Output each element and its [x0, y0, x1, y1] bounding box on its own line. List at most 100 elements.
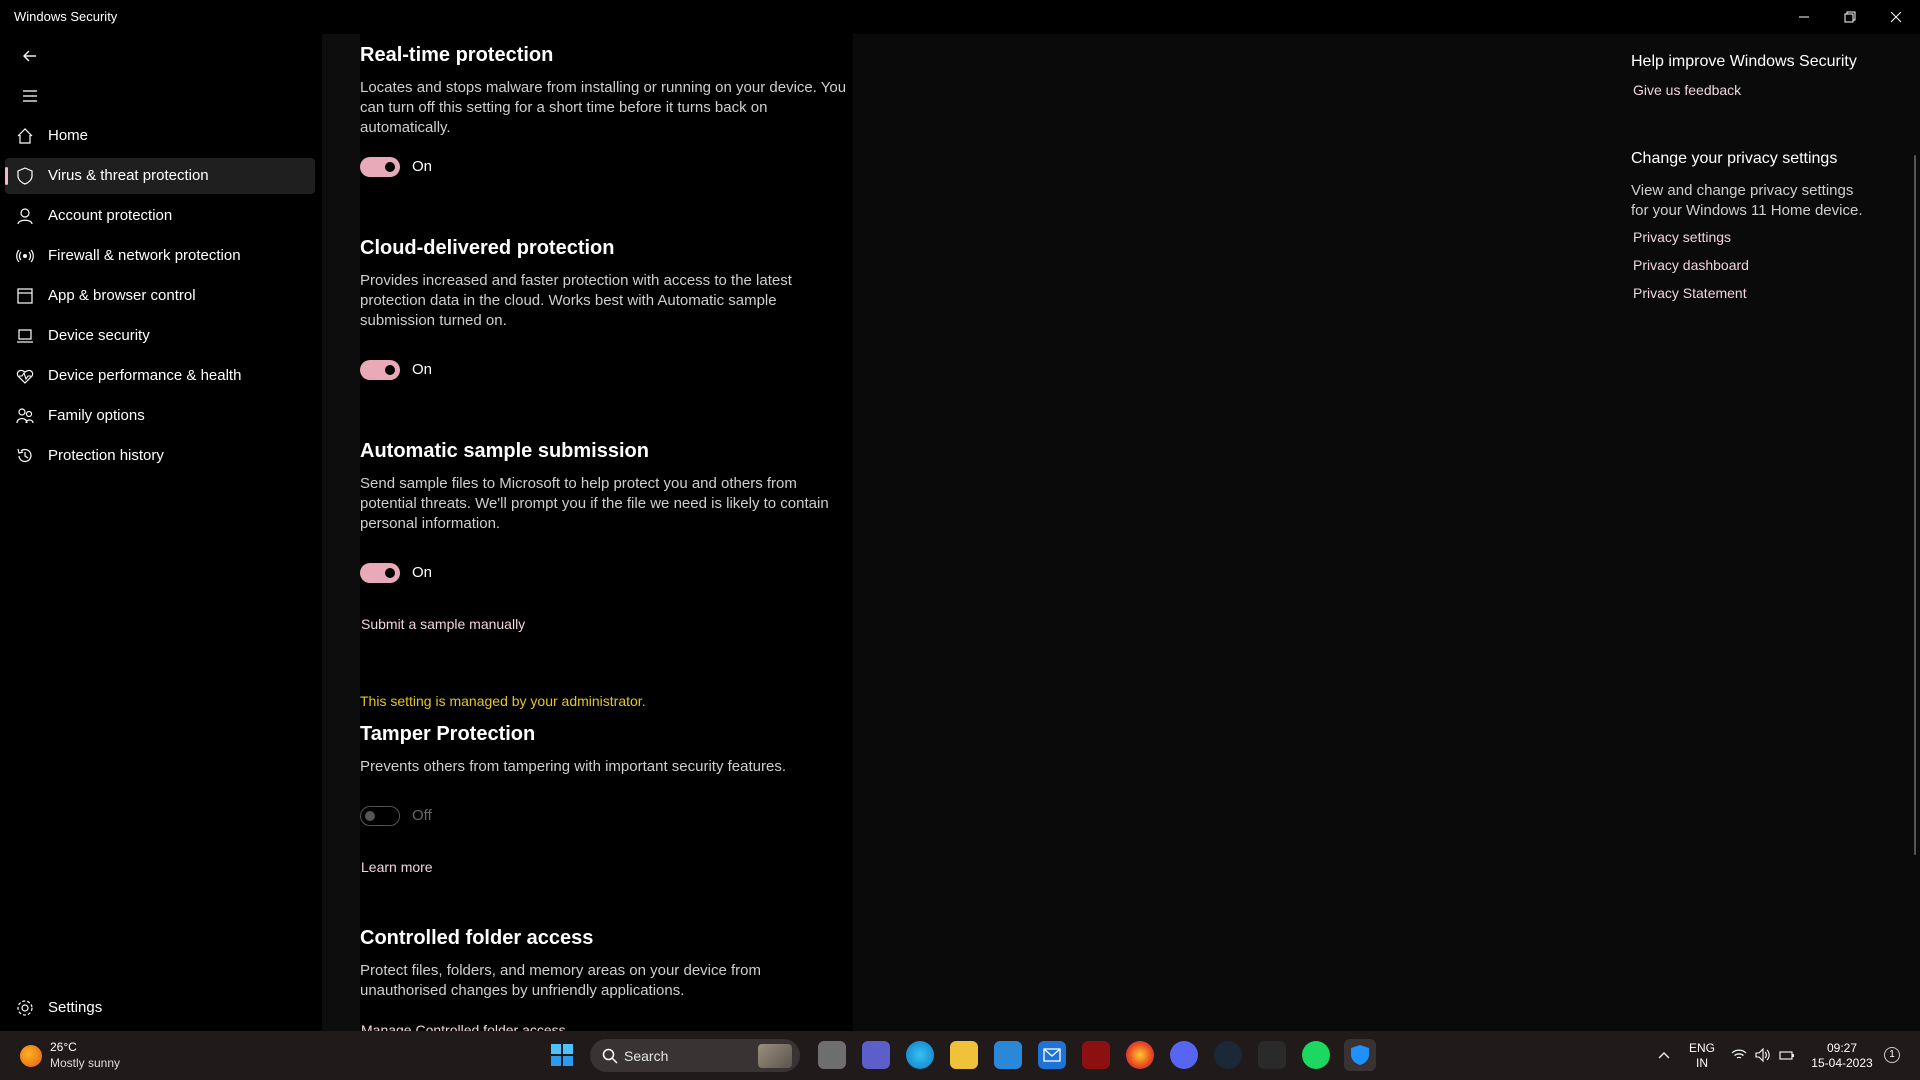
cloud-protection-description: Provides increased and faster protection… — [360, 272, 792, 329]
sidebar-item-device-security[interactable]: Device security — [5, 318, 315, 354]
microsoft-store-icon[interactable] — [994, 1041, 1022, 1069]
menu-button[interactable] — [10, 76, 50, 116]
help-improve-heading: Help improve Windows Security — [1631, 53, 1857, 70]
scrollbar[interactable] — [1914, 155, 1916, 855]
task-view-icon[interactable] — [818, 1041, 846, 1069]
firefox-icon[interactable] — [1126, 1041, 1154, 1069]
cloud-protection-state: On — [412, 361, 433, 378]
submit-sample-link[interactable]: Submit a sample manually — [361, 616, 525, 632]
app-title: Windows Security — [14, 9, 118, 24]
close-icon — [1890, 11, 1902, 23]
notification-badge[interactable]: 1 — [1884, 1047, 1900, 1063]
windows-security-taskbar-icon[interactable] — [1344, 1039, 1376, 1071]
sample-submission-description: Send sample files to Microsoft to help p… — [360, 475, 829, 532]
sun-cloud-icon — [20, 1045, 42, 1067]
search-placeholder: Search — [624, 1048, 669, 1064]
app-window-icon — [15, 286, 35, 306]
sidebar-item-settings[interactable]: Settings — [5, 990, 315, 1026]
realtime-protection-title: Real-time protection — [360, 44, 554, 66]
clock[interactable]: 09:27 15-04-2023 — [1802, 1041, 1882, 1071]
sidebar-item-protection-history[interactable]: Protection history — [5, 438, 315, 474]
sidebar-item-account-protection[interactable]: Account protection — [5, 198, 315, 234]
battery-icon[interactable] — [1776, 1041, 1798, 1069]
controlled-folder-access-title: Controlled folder access — [360, 927, 594, 949]
sidebar-item-label: Family options — [48, 407, 145, 424]
start-button[interactable] — [548, 1041, 576, 1069]
spotify-icon[interactable] — [1302, 1041, 1330, 1069]
history-icon — [15, 446, 35, 466]
laptop-icon — [15, 326, 35, 346]
admin-managed-note: This setting is managed by your administ… — [360, 693, 646, 709]
realtime-protection-toggle[interactable] — [360, 157, 400, 177]
privacy-dashboard-link[interactable]: Privacy dashboard — [1633, 257, 1749, 273]
weather-widget[interactable]: 26°C Mostly sunny — [16, 1039, 146, 1073]
controlled-folder-access-description: Protect files, folders, and memory areas… — [360, 962, 762, 999]
cloud-protection-toggle[interactable] — [360, 360, 400, 380]
sidebar-item-label: Protection history — [48, 447, 164, 464]
weather-temp: 26°C — [50, 1040, 77, 1054]
sidebar-item-virus-threat-protection[interactable]: Virus & threat protection — [5, 158, 315, 194]
sidebar-item-family-options[interactable]: Family options — [5, 398, 315, 434]
sidebar-item-label: Firewall & network protection — [48, 247, 241, 264]
mail-icon[interactable] — [1038, 1041, 1066, 1069]
hamburger-icon — [23, 90, 37, 102]
toggle-knob — [385, 568, 395, 578]
settings-content[interactable]: Real-time protection Locates and stops m… — [360, 34, 853, 1031]
restore-button[interactable] — [1827, 0, 1873, 34]
privacy-statement-link[interactable]: Privacy Statement — [1633, 285, 1747, 301]
gear-icon — [15, 998, 35, 1018]
file-explorer-icon[interactable] — [950, 1041, 978, 1069]
discord-icon[interactable] — [1170, 1041, 1198, 1069]
security-shield-icon — [1351, 1045, 1369, 1065]
tamper-protection-toggle — [360, 806, 400, 826]
sidebar-item-label: Home — [48, 127, 89, 144]
heart-pulse-icon — [15, 366, 35, 386]
cloud-protection-title: Cloud-delivered protection — [360, 237, 615, 259]
privacy-heading: Change your privacy settings — [1631, 150, 1838, 167]
taskbar-search[interactable]: Search — [590, 1039, 800, 1072]
clock-date: 15-04-2023 — [1811, 1056, 1873, 1070]
epic-games-icon[interactable] — [1258, 1041, 1286, 1069]
sample-submission-title: Automatic sample submission — [360, 440, 649, 462]
close-button[interactable] — [1873, 0, 1919, 34]
language-code: ENG — [1688, 1041, 1715, 1055]
tamper-protection-title: Tamper Protection — [360, 723, 536, 745]
sidebar-item-label: App & browser control — [48, 287, 196, 304]
back-button[interactable] — [10, 36, 50, 76]
teams-chat-icon[interactable] — [862, 1041, 890, 1069]
give-feedback-link[interactable]: Give us feedback — [1633, 82, 1741, 98]
taskbar: 26°C Mostly sunny Search ENG IN 09:27 15… — [0, 1031, 1920, 1080]
learn-more-link[interactable]: Learn more — [361, 859, 433, 875]
family-icon — [15, 406, 35, 426]
tamper-protection-state: Off — [412, 807, 432, 824]
person-icon — [15, 206, 35, 226]
back-arrow-icon — [23, 50, 36, 62]
sidebar-item-home[interactable]: Home — [5, 118, 315, 154]
sidebar-item-device-performance-health[interactable]: Device performance & health — [5, 358, 315, 394]
minimize-button[interactable] — [1781, 0, 1827, 34]
realtime-protection-description: Locates and stops malware from installin… — [360, 79, 847, 136]
privacy-description: View and change privacy settings for you… — [1631, 182, 1863, 219]
game-launcher-icon[interactable] — [1082, 1041, 1110, 1069]
toggle-knob — [365, 811, 375, 821]
sidebar-item-firewall-network-protection[interactable]: Firewall & network protection — [5, 238, 315, 274]
sidebar-item-label: Virus & threat protection — [48, 167, 209, 184]
language-indicator[interactable]: ENG IN — [1686, 1041, 1718, 1071]
minimize-icon — [1799, 16, 1809, 18]
shield-icon — [15, 166, 35, 186]
privacy-settings-link[interactable]: Privacy settings — [1633, 229, 1731, 245]
steam-icon[interactable] — [1214, 1041, 1242, 1069]
wifi-icon[interactable] — [1728, 1041, 1750, 1069]
manage-cfa-link[interactable]: Manage Controlled folder access — [361, 1022, 566, 1031]
edge-browser-icon[interactable] — [906, 1041, 934, 1069]
sidebar-item-app-browser-control[interactable]: App & browser control — [5, 278, 315, 314]
sample-submission-toggle[interactable] — [360, 563, 400, 583]
clock-time: 09:27 — [1826, 1041, 1858, 1055]
content-gutter — [322, 34, 360, 1031]
notification-count: 1 — [1889, 1049, 1895, 1060]
sidebar-item-label: Device performance & health — [48, 367, 242, 384]
toggle-knob — [385, 365, 395, 375]
volume-icon[interactable] — [1752, 1041, 1774, 1069]
sidebar: Home Virus & threat protection Account p… — [0, 34, 322, 1031]
show-hidden-icons-chevron-up-icon[interactable] — [1652, 1041, 1676, 1069]
